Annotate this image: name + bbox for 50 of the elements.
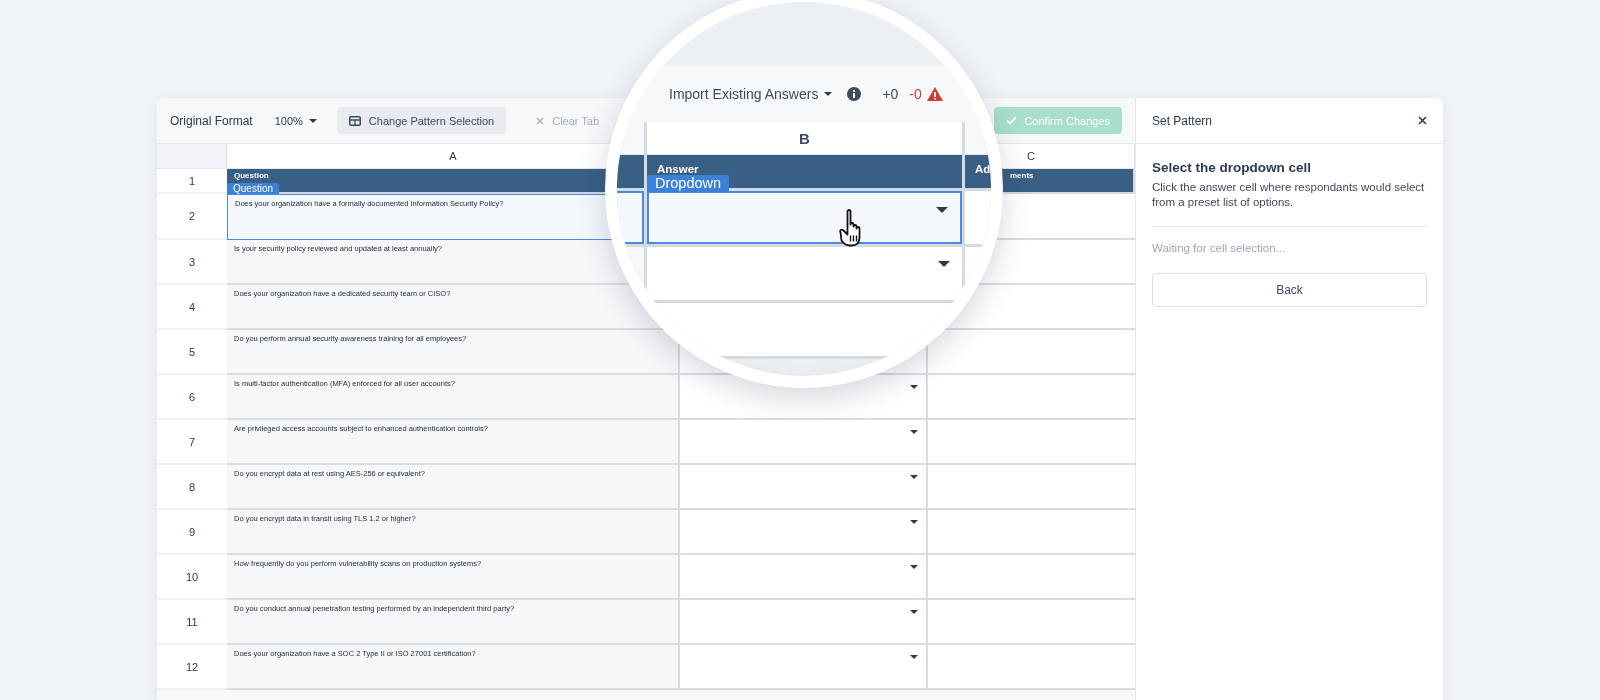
change-pattern-button[interactable]: Change Pattern Selection (336, 107, 507, 134)
table-icon (348, 115, 361, 126)
row-number: 9 (157, 510, 227, 555)
comment-cell[interactable] (928, 375, 1135, 420)
row-number: 12 (157, 645, 227, 690)
hand-cursor-icon (839, 209, 861, 247)
comment-cell[interactable] (928, 600, 1135, 645)
question-cell[interactable] (617, 191, 644, 244)
caret-icon (308, 118, 317, 123)
import-answers-button[interactable]: Import Existing Answers (667, 86, 835, 102)
comment-cell[interactable] (928, 510, 1135, 555)
comment-cell[interactable] (928, 420, 1135, 465)
status-text: Waiting for cell selection... (1152, 242, 1287, 254)
comment-cell[interactable] (965, 191, 991, 244)
format-label: Original Format (170, 113, 253, 128)
comment-cell[interactable] (928, 555, 1135, 600)
comment-cell[interactable] (928, 465, 1135, 510)
header-cell (617, 155, 644, 188)
row-number: 5 (157, 330, 227, 375)
check-icon (1006, 116, 1018, 125)
close-icon (536, 116, 545, 125)
warning-icon (926, 87, 943, 101)
row-number: 1 (157, 169, 227, 194)
comment-cell[interactable] (928, 645, 1135, 690)
answer-cell[interactable] (647, 247, 962, 300)
row-number: 11 (157, 600, 227, 645)
panel-title: Set Pattern (1152, 113, 1213, 128)
header-text: Question (234, 171, 270, 181)
back-button[interactable]: Back (1152, 273, 1427, 307)
row-number: 6 (157, 375, 227, 420)
close-button[interactable] (1418, 116, 1427, 125)
row-number: 2 (157, 194, 227, 240)
caret-icon (824, 92, 833, 96)
pattern-tag: Question (227, 183, 280, 194)
row-number: 7 (157, 420, 227, 465)
column-header[interactable]: B (647, 122, 962, 155)
info-icon (847, 87, 862, 101)
step-description: Click the answer cell where respondants would select from a preset list of options. (1152, 180, 1427, 227)
zoom-dropdown[interactable]: 100% (268, 110, 323, 131)
answer-cell[interactable] (647, 191, 962, 244)
pattern-tag: Dropdown (647, 175, 730, 192)
row-number: 8 (157, 465, 227, 510)
removed-count: -0 (909, 86, 922, 102)
step-heading: Select the dropdown cell (1152, 160, 1313, 175)
header-text: ments (1010, 171, 1035, 181)
row-number: 4 (157, 285, 227, 330)
comment-cell[interactable] (928, 330, 1135, 375)
row-number: 10 (157, 555, 227, 600)
added-count: +0 (882, 86, 899, 102)
row-number: 3 (157, 240, 227, 285)
